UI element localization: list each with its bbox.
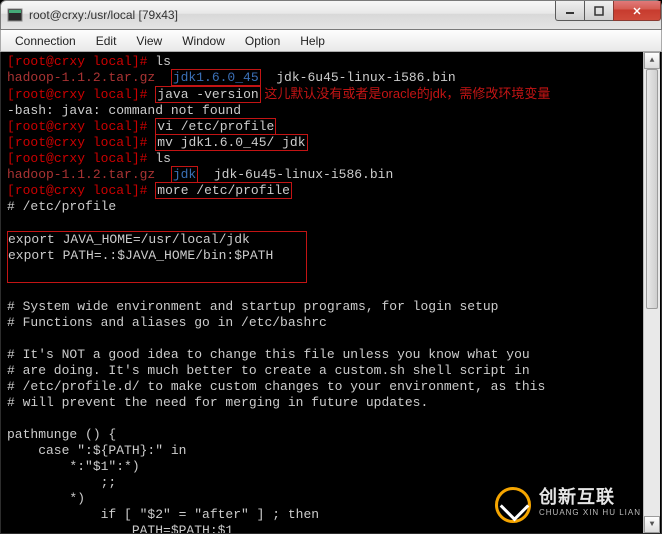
app-icon	[7, 7, 23, 23]
terminal-line: *:"$1":*)	[7, 459, 655, 475]
terminal-line: PATH=$PATH:$1	[7, 523, 655, 534]
watermark-subtext: CHUANG XIN HU LIAN	[539, 505, 641, 521]
window-titlebar: root@crxy:/usr/local [79x43]	[0, 0, 662, 30]
terminal-line: [root@crxy local]# vi /etc/profile	[7, 119, 655, 135]
terminal-line: # are doing. It's much better to create …	[7, 363, 655, 379]
terminal-line: # will prevent the need for merging in f…	[7, 395, 655, 411]
terminal-line: [root@crxy local]# java -version 这儿默认没有或…	[7, 86, 655, 103]
terminal[interactable]: [root@crxy local]# ls hadoop-1.1.2.tar.g…	[0, 52, 662, 534]
menu-connection[interactable]: Connection	[5, 32, 86, 50]
terminal-line: # Functions and aliases go in /etc/bashr…	[7, 315, 655, 331]
terminal-line: [root@crxy local]# ls	[7, 54, 655, 70]
scroll-track[interactable]	[644, 69, 660, 516]
terminal-line: # It's NOT a good idea to change this fi…	[7, 347, 655, 363]
terminal-line: -bash: java: command not found	[7, 103, 655, 119]
menu-window[interactable]: Window	[172, 32, 235, 50]
scroll-thumb[interactable]	[646, 69, 658, 309]
terminal-line: pathmunge () {	[7, 427, 655, 443]
watermark: 创新互联 CHUANG XIN HU LIAN	[495, 487, 641, 523]
menu-edit[interactable]: Edit	[86, 32, 127, 50]
minimize-button[interactable]	[555, 1, 585, 21]
close-button[interactable]	[613, 1, 661, 21]
terminal-line: # /etc/profile	[7, 199, 655, 215]
terminal-line: hadoop-1.1.2.tar.gz jdk1.6.0_45 jdk-6u45…	[7, 70, 655, 86]
menu-bar: Connection Edit View Window Option Help	[0, 30, 662, 52]
annotation-text: 这儿默认没有或者是oracle的jdk，需修改环境变量	[261, 86, 551, 101]
scroll-down-button[interactable]: ▼	[644, 516, 660, 533]
watermark-text: 创新互联	[539, 489, 641, 505]
maximize-button[interactable]	[584, 1, 614, 21]
terminal-line: case ":${PATH}:" in	[7, 443, 655, 459]
vertical-scrollbar[interactable]: ▲ ▼	[643, 52, 660, 533]
terminal-line: # /etc/profile.d/ to make custom changes…	[7, 379, 655, 395]
terminal-line: # System wide environment and startup pr…	[7, 299, 655, 315]
terminal-line: [root@crxy local]# ls	[7, 151, 655, 167]
watermark-logo-icon	[495, 487, 531, 523]
terminal-line: [root@crxy local]# more /etc/profile	[7, 183, 655, 199]
window-title: root@crxy:/usr/local [79x43]	[29, 8, 178, 22]
annotation-box: export JAVA_HOME=/usr/local/jdk export P…	[7, 231, 307, 283]
menu-help[interactable]: Help	[290, 32, 335, 50]
menu-option[interactable]: Option	[235, 32, 290, 50]
terminal-line: export PATH=.:$JAVA_HOME/bin:$PATH	[8, 248, 304, 264]
menu-view[interactable]: View	[126, 32, 172, 50]
terminal-line: export JAVA_HOME=/usr/local/jdk	[8, 232, 304, 248]
terminal-line: [root@crxy local]# mv jdk1.6.0_45/ jdk	[7, 135, 655, 151]
scroll-up-button[interactable]: ▲	[644, 52, 660, 69]
window-controls	[556, 1, 661, 21]
terminal-line: hadoop-1.1.2.tar.gz jdk jdk-6u45-linux-i…	[7, 167, 655, 183]
